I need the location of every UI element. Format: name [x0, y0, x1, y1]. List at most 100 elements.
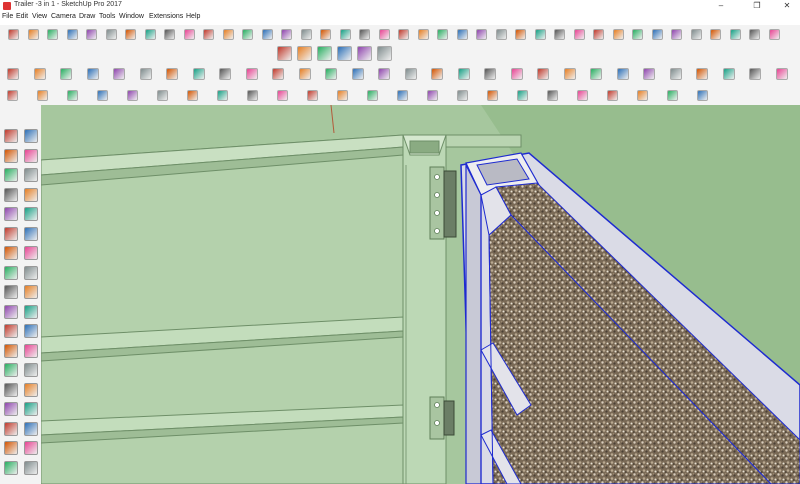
move-icon[interactable] — [4, 265, 18, 280]
rotated-rect-icon[interactable] — [24, 187, 38, 202]
subdivide-icon[interactable] — [515, 29, 526, 40]
walk-icon[interactable] — [4, 441, 18, 455]
arc-tool-icon[interactable] — [166, 68, 178, 80]
rotate3d-icon[interactable] — [487, 90, 498, 101]
coin-icon[interactable] — [669, 68, 682, 80]
pie-icon[interactable] — [24, 226, 38, 241]
text-icon[interactable] — [729, 29, 741, 40]
pencil-tool-icon[interactable] — [33, 68, 46, 80]
array-icon[interactable] — [397, 90, 408, 101]
shell-icon[interactable] — [320, 29, 331, 40]
rotate-icon[interactable] — [4, 285, 18, 299]
align-icon[interactable] — [217, 90, 228, 101]
arrow-green-icon[interactable] — [37, 90, 48, 101]
square-icon[interactable] — [547, 90, 558, 101]
text-icon[interactable] — [24, 343, 38, 358]
pencil-icon[interactable] — [4, 168, 18, 182]
view-back-icon[interactable] — [357, 46, 372, 61]
scale-tool-icon[interactable] — [298, 68, 311, 80]
2pt-arc-icon[interactable] — [47, 29, 58, 40]
dim-tool-icon[interactable] — [60, 68, 72, 80]
minimize-button[interactable]: – — [710, 0, 732, 12]
polyline-icon[interactable] — [242, 29, 253, 40]
dimension-icon[interactable] — [710, 29, 721, 40]
dimension-icon[interactable] — [24, 324, 38, 338]
circle-tool-icon[interactable] — [113, 68, 125, 80]
curvy-loft-icon[interactable] — [632, 29, 643, 40]
axis-icon[interactable] — [187, 90, 198, 101]
green-box-icon[interactable] — [157, 90, 168, 101]
previous-icon[interactable] — [24, 421, 38, 436]
fillet-icon[interactable] — [125, 29, 136, 40]
move-alt-icon[interactable] — [457, 68, 470, 80]
menu-help[interactable]: Help — [186, 13, 200, 20]
clean-up-icon[interactable] — [593, 29, 604, 40]
tape-icon[interactable] — [4, 324, 18, 338]
solid-split-icon[interactable] — [456, 29, 468, 40]
view-top-icon[interactable] — [297, 46, 312, 61]
copy-icon[interactable] — [427, 90, 438, 101]
3pt-arc-icon[interactable] — [66, 29, 78, 40]
polygon-icon[interactable] — [24, 207, 38, 221]
arrow-red-icon[interactable] — [7, 90, 18, 101]
view-front-icon[interactable] — [317, 46, 332, 61]
axes-icon[interactable] — [4, 363, 18, 377]
arc-icon[interactable] — [27, 29, 39, 40]
gear-tool-icon[interactable] — [7, 68, 19, 80]
3d-text-icon[interactable] — [24, 363, 38, 377]
view-right-icon[interactable] — [337, 46, 352, 61]
sphere-a-icon[interactable] — [722, 68, 735, 80]
weld-icon[interactable] — [554, 29, 565, 40]
rectangle-icon[interactable] — [4, 187, 18, 202]
chamfer-icon[interactable] — [144, 29, 156, 40]
maximize-button[interactable]: ❐ — [746, 0, 768, 12]
offset-tool-icon[interactable] — [192, 68, 205, 80]
polygon-tool-icon[interactable] — [139, 68, 152, 80]
wrench-icon[interactable] — [696, 68, 708, 80]
offset-icon[interactable] — [24, 304, 38, 319]
stretch-icon[interactable] — [307, 90, 318, 101]
sweep-icon[interactable] — [281, 29, 292, 40]
explode-icon[interactable] — [616, 68, 629, 80]
extend-icon[interactable] — [247, 90, 258, 101]
line-tool-icon[interactable] — [86, 68, 99, 80]
sphere-c-icon[interactable] — [775, 68, 788, 80]
rotate-tool-icon[interactable] — [272, 68, 284, 80]
select-icon[interactable] — [4, 129, 18, 143]
more-icon[interactable] — [768, 29, 780, 40]
bevel-icon[interactable] — [495, 29, 507, 40]
flowify-icon[interactable] — [651, 29, 663, 40]
section-icon[interactable] — [24, 460, 38, 475]
model-viewport[interactable] — [41, 105, 800, 484]
arrow-blue-icon[interactable] — [67, 90, 78, 101]
tag-icon[interactable] — [667, 90, 678, 101]
look-around-icon[interactable] — [24, 441, 38, 455]
paint-bucket-icon[interactable] — [4, 148, 18, 163]
menu-extensions[interactable]: Extensions — [149, 13, 183, 20]
cube-alt-icon[interactable] — [431, 68, 443, 80]
arc-icon[interactable] — [4, 226, 18, 241]
menu-window[interactable]: Window — [119, 13, 144, 20]
eraser-cube-icon[interactable] — [24, 129, 38, 143]
zoom-icon[interactable] — [4, 402, 18, 416]
circle-icon[interactable] — [4, 207, 18, 221]
solid-trim-icon[interactable] — [437, 29, 448, 40]
menu-edit[interactable]: Edit — [16, 13, 28, 20]
axes-icon[interactable] — [749, 29, 760, 40]
close-button[interactable]: ✕ — [776, 0, 798, 12]
rotate3d-b-icon[interactable] — [517, 90, 528, 101]
pie-icon[interactable] — [86, 29, 97, 40]
quad-face-icon[interactable] — [612, 29, 624, 40]
position-camera-icon[interactable] — [4, 460, 18, 475]
push-pull-icon[interactable] — [24, 265, 38, 280]
trim-icon[interactable] — [277, 90, 288, 101]
round-corner-icon[interactable] — [476, 29, 487, 40]
spline-icon[interactable] — [222, 29, 234, 40]
curve-icon[interactable] — [183, 29, 195, 40]
component-icon[interactable] — [563, 68, 576, 80]
view-left-icon[interactable] — [377, 46, 392, 61]
eraser-icon[interactable] — [24, 148, 38, 163]
close-red-icon[interactable] — [697, 90, 708, 101]
drop-icon[interactable] — [127, 90, 138, 101]
menu-tools[interactable]: Tools — [99, 13, 115, 20]
